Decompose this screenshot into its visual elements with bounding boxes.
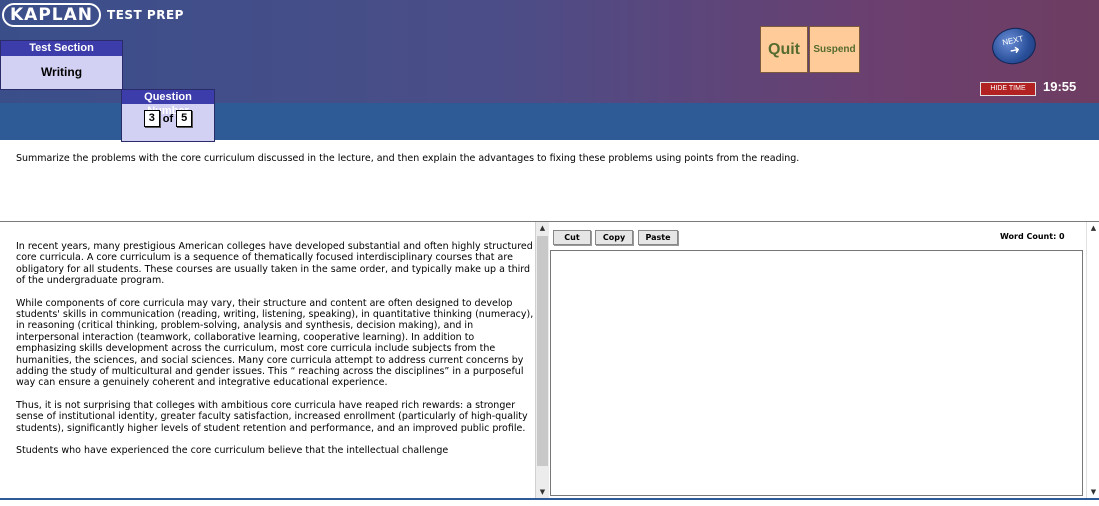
question-total: 5 bbox=[176, 110, 193, 127]
response-scrollbar[interactable]: ▲ ▼ bbox=[1086, 222, 1099, 498]
passage-paragraph: While components of core curricula may v… bbox=[16, 297, 534, 389]
question-current: 3 bbox=[143, 110, 160, 127]
question-number-panel: Question Number 3 of 5 bbox=[121, 89, 215, 142]
question-number-row: 3 of 5 bbox=[122, 110, 214, 127]
kaplan-logo: KAPLAN TEST PREP bbox=[2, 2, 184, 28]
question-number-label: Question Number bbox=[122, 90, 214, 117]
arrow-right-icon: ➜ bbox=[1008, 42, 1022, 58]
copy-button[interactable]: Copy bbox=[595, 230, 633, 245]
scroll-down-icon[interactable]: ▼ bbox=[536, 486, 549, 498]
passage-paragraph: Thus, it is not surprising that colleges… bbox=[16, 399, 528, 434]
word-count: Word Count: 0 bbox=[1000, 232, 1065, 241]
cut-button[interactable]: Cut bbox=[553, 230, 591, 245]
scroll-up-icon[interactable]: ▲ bbox=[536, 222, 549, 234]
test-section-panel: Test Section Writing bbox=[0, 40, 123, 90]
question-of-label: of bbox=[162, 112, 174, 125]
scroll-up-icon[interactable]: ▲ bbox=[1087, 222, 1099, 234]
hide-time-button[interactable]: HIDE TIME bbox=[980, 82, 1036, 96]
reading-passage: In recent years, many prestigious Americ… bbox=[16, 230, 534, 500]
quit-button[interactable]: Quit bbox=[760, 26, 808, 73]
paste-button[interactable]: Paste bbox=[638, 230, 678, 245]
question-prompt: Summarize the problems with the core cur… bbox=[16, 153, 800, 164]
bottom-border bbox=[0, 498, 1099, 500]
test-section-label: Test Section bbox=[1, 41, 122, 56]
passage-scrollbar[interactable]: ▲ ▼ bbox=[535, 222, 549, 498]
passage-paragraph: In recent years, many prestigious Americ… bbox=[16, 241, 533, 287]
timer: 19:55 bbox=[1043, 79, 1077, 94]
passage-paragraph: Students who have experienced the core c… bbox=[16, 445, 449, 457]
response-textarea[interactable] bbox=[550, 250, 1083, 496]
passage-scroll-thumb[interactable] bbox=[537, 236, 548, 466]
divider bbox=[0, 221, 1099, 222]
suspend-button[interactable]: Suspend bbox=[809, 26, 860, 73]
logo-text: KAPLAN bbox=[2, 3, 102, 27]
scroll-down-icon[interactable]: ▼ bbox=[1087, 486, 1099, 498]
test-section-value: Writing bbox=[40, 65, 83, 79]
logo-subtitle: TEST PREP bbox=[107, 8, 184, 22]
